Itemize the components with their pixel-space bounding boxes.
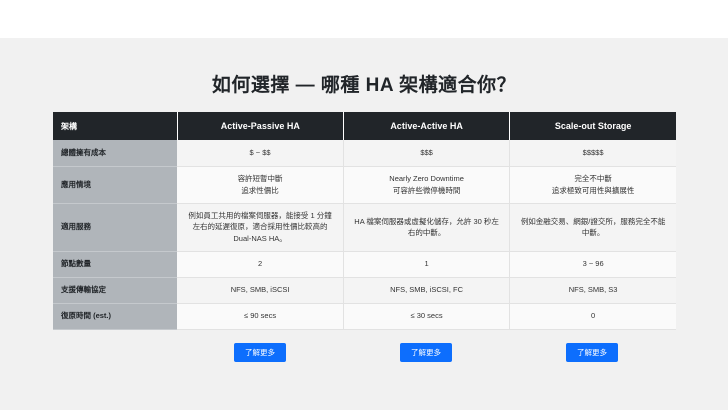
table-row: 總體擁有成本 $ ~ $$ $$$ $$$$$ xyxy=(53,140,676,167)
header-scale-out: Scale-out Storage xyxy=(509,112,676,140)
header-active-active: Active-Active HA xyxy=(343,112,511,140)
row-label-nodes: 節點數量 xyxy=(53,251,178,278)
header-active-passive: Active-Passive HA xyxy=(177,112,344,140)
table-row: 節點數量 2 1 3 ~ 96 xyxy=(53,251,676,278)
table-cell: NFS, SMB, iSCSI, FC xyxy=(342,277,511,304)
row-label-tco: 總體擁有成本 xyxy=(53,140,178,167)
row-label-recovery: 復原時間 (est.) xyxy=(53,303,178,330)
table-row: 應用情境 容許短暫中斷 追求性價比 Nearly Zero Downtime 可… xyxy=(53,166,676,204)
table-cell: HA 檔案伺服器或虛擬化儲存，允許 30 秒左右的中斷。 xyxy=(342,203,511,252)
table-cell: NFS, SMB, S3 xyxy=(509,277,676,304)
table-cell: 例如金融交易、網銀/證交所，服務完全不能中斷。 xyxy=(509,203,676,252)
table-cell: $$$$$ xyxy=(509,140,676,167)
page-title: 如何選擇 — 哪種 HA 架構適合你？ xyxy=(211,75,517,96)
learn-more-scale-out-button[interactable]: 了解更多 xyxy=(566,343,618,362)
comparison-table: 架構 Active-Passive HA Active-Active HA Sc… xyxy=(53,112,676,330)
table-row: 適用服務 例如員工共用的檔案伺服器，能接受 1 分鐘左右的延遲復原，適合採用性價… xyxy=(53,203,676,252)
learn-more-active-active-button[interactable]: 了解更多 xyxy=(400,343,452,362)
table-cell: 0 xyxy=(509,303,676,330)
table-cell: 2 xyxy=(177,251,344,278)
header-architecture: 架構 xyxy=(53,112,178,140)
table-row: 復原時間 (est.) ≤ 90 secs ≤ 30 secs 0 xyxy=(53,303,676,330)
table-cell: 3 ~ 96 xyxy=(509,251,676,278)
table-cell: 1 xyxy=(342,251,511,278)
table-cell: $ ~ $$ xyxy=(177,140,344,167)
table-cell: $$$ xyxy=(342,140,511,167)
table-cell: 例如員工共用的檔案伺服器，能接受 1 分鐘左右的延遲復原，適合採用性價比較高的 … xyxy=(177,203,344,252)
table-row: 支援傳輸協定 NFS, SMB, iSCSI NFS, SMB, iSCSI, … xyxy=(53,277,676,304)
learn-more-row: 了解更多 了解更多 了解更多 xyxy=(53,343,676,362)
table-cell: ≤ 90 secs xyxy=(177,303,344,330)
row-label-protocols: 支援傳輸協定 xyxy=(53,277,178,304)
row-label-services: 適用服務 xyxy=(53,203,178,252)
table-cell: Nearly Zero Downtime 可容許些微停機時間 xyxy=(342,166,511,204)
table-cell: ≤ 30 secs xyxy=(342,303,511,330)
table-header-row: 架構 Active-Passive HA Active-Active HA Sc… xyxy=(53,112,676,140)
row-label-scenario: 應用情境 xyxy=(53,166,178,204)
table-cell: 容許短暫中斷 追求性價比 xyxy=(177,166,344,204)
learn-more-active-passive-button[interactable]: 了解更多 xyxy=(234,343,286,362)
table-cell: 完全不中斷 追求極致可用性與擴展性 xyxy=(509,166,676,204)
table-cell: NFS, SMB, iSCSI xyxy=(177,277,344,304)
top-band xyxy=(0,0,728,38)
